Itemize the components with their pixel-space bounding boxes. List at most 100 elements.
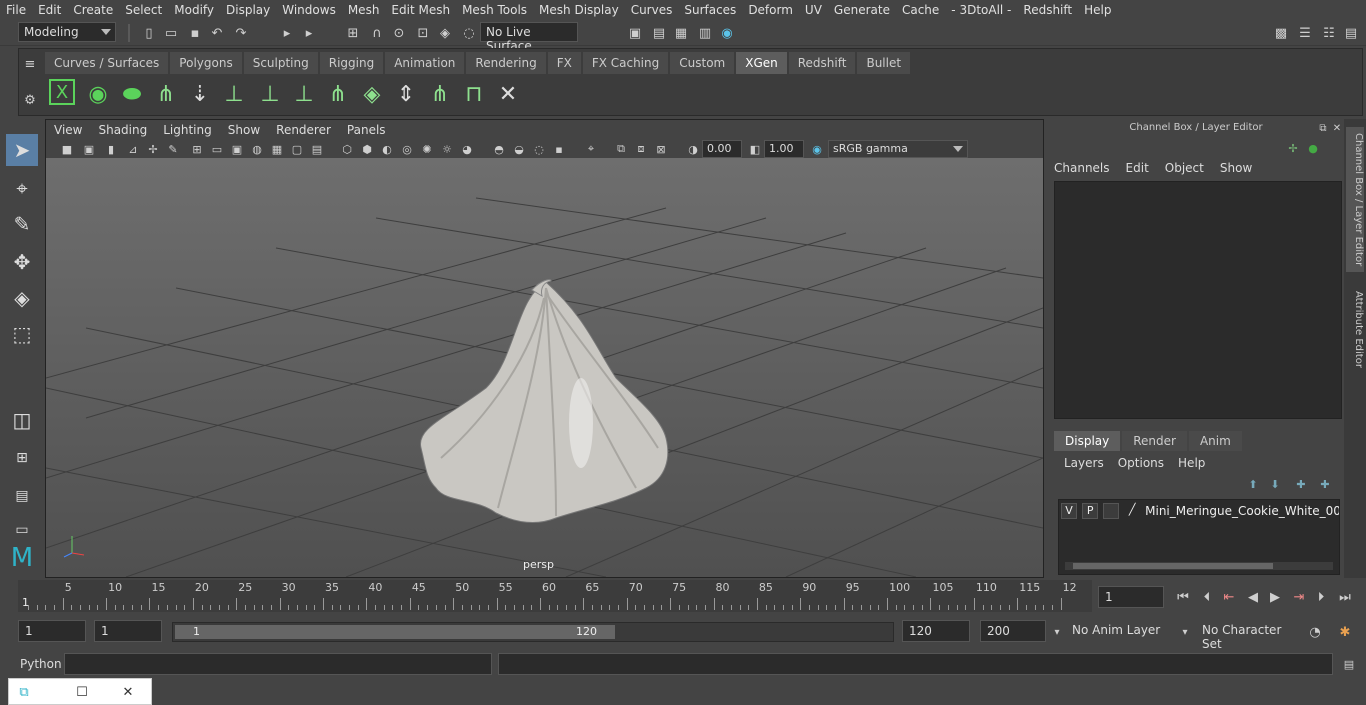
viewport-menu-renderer[interactable]: Renderer: [268, 120, 339, 140]
menu-surfaces[interactable]: Surfaces: [678, 0, 742, 20]
ao-icon[interactable]: ◒: [510, 140, 528, 158]
current-frame-field[interactable]: 1: [1098, 586, 1164, 608]
menu-windows[interactable]: Windows: [276, 0, 342, 20]
xgen-place-icon[interactable]: ⇣: [185, 79, 215, 109]
xgen-cut-icon[interactable]: ⊓: [459, 79, 489, 109]
colorspace-icon[interactable]: ◉: [808, 140, 826, 158]
channel-menu-edit[interactable]: Edit: [1126, 161, 1149, 175]
layer-hscrollbar[interactable]: [1065, 562, 1333, 570]
ipr-render-icon[interactable]: ▦: [672, 24, 690, 42]
xgen-sculpt-icon[interactable]: ⋔: [425, 79, 455, 109]
xgen-add-icon[interactable]: ⊥: [219, 79, 249, 109]
menu-create[interactable]: Create: [67, 0, 119, 20]
scene-end-field[interactable]: 200: [980, 620, 1046, 642]
grease-pencil-icon[interactable]: ✎: [164, 140, 182, 158]
new-scene-icon[interactable]: ▯: [140, 24, 158, 42]
layer-menu-options[interactable]: Options: [1118, 456, 1164, 470]
viewport-menu-view[interactable]: View: [46, 120, 90, 140]
hierarchy-icon[interactable]: ▸: [300, 24, 318, 42]
xgen-visibility-icon[interactable]: ◉: [83, 79, 113, 109]
snap-surface-icon[interactable]: ◈: [436, 24, 454, 42]
paint-select-icon[interactable]: ✎: [6, 208, 38, 240]
selection-mask-icon[interactable]: ▸: [278, 24, 296, 42]
shelf-tab-xgen[interactable]: XGen: [736, 52, 787, 74]
layout-side-icon[interactable]: ▤: [6, 480, 38, 512]
select-camera-icon[interactable]: ⌖: [582, 140, 600, 158]
move-layer-up-icon[interactable]: ⬆: [1244, 475, 1262, 493]
playback-end-field[interactable]: 120: [902, 620, 970, 642]
menu-edit[interactable]: Edit: [32, 0, 67, 20]
safe-action-icon[interactable]: ▢: [288, 140, 306, 158]
menu-curves[interactable]: Curves: [625, 0, 679, 20]
wireframe-icon[interactable]: ⬡: [338, 140, 356, 158]
camera-lock-icon[interactable]: ⊠: [652, 140, 670, 158]
viewport-menu-lighting[interactable]: Lighting: [155, 120, 220, 140]
new-layer-selected-icon[interactable]: ✚: [1316, 475, 1334, 493]
frame-all-icon[interactable]: ⧉: [612, 140, 630, 158]
grid-toggle-icon[interactable]: ⊞: [188, 140, 206, 158]
shelf-tab-animation[interactable]: Animation: [385, 52, 465, 74]
film-gate-icon[interactable]: ▭: [208, 140, 226, 158]
viewport-scene[interactable]: persp: [45, 158, 1044, 578]
xray-icon[interactable]: ◕: [458, 140, 476, 158]
shelf-settings-icon[interactable]: ⚙: [21, 91, 39, 109]
layer-tab-display[interactable]: Display: [1054, 431, 1121, 451]
shelf-tab-rendering[interactable]: Rendering: [466, 52, 546, 74]
live-surface-field[interactable]: No Live Surface: [480, 22, 578, 53]
layout-four-icon[interactable]: ⊞: [6, 442, 38, 474]
menu-file[interactable]: File: [0, 0, 32, 20]
go-to-start-icon[interactable]: ⏮: [1174, 588, 1192, 606]
gamma-field[interactable]: 1.00: [764, 140, 804, 158]
xgen-select-icon[interactable]: ⊥: [255, 79, 285, 109]
exposure-field[interactable]: 0.00: [702, 140, 742, 158]
shelf-tab-bullet[interactable]: Bullet: [857, 52, 911, 74]
layout-single-icon[interactable]: ◫: [6, 404, 38, 436]
workspace-icon[interactable]: ▩: [1272, 24, 1290, 42]
menu-cache[interactable]: Cache: [896, 0, 945, 20]
menu--3dtoall-[interactable]: - 3DtoAll -: [945, 0, 1017, 20]
layer-scroll-thumb[interactable]: [1073, 563, 1273, 569]
shadows-icon[interactable]: ☼: [438, 140, 456, 158]
image-plane-icon[interactable]: ⊿: [124, 140, 142, 158]
select-tool-icon[interactable]: ➤: [6, 134, 38, 166]
shelf-tab-redshift[interactable]: Redshift: [788, 52, 856, 74]
side-tab-attribute-editor[interactable]: Attribute Editor: [1346, 287, 1364, 372]
render-view-icon[interactable]: ▣: [626, 24, 644, 42]
layer-playback-toggle[interactable]: P: [1082, 503, 1099, 519]
snap-grid-icon[interactable]: ⊞: [344, 24, 362, 42]
anim-prefs-icon[interactable]: ✱: [1336, 623, 1354, 641]
use-lights-icon[interactable]: ✺: [418, 140, 436, 158]
command-input[interactable]: [64, 653, 492, 675]
shelf-tab-rigging[interactable]: Rigging: [319, 52, 384, 74]
isolate-icon[interactable]: ◓: [490, 140, 508, 158]
channel-menu-channels[interactable]: Channels: [1054, 161, 1110, 175]
bookmark-icon[interactable]: ▮: [102, 140, 120, 158]
mode-dropdown[interactable]: Modeling: [18, 22, 116, 42]
gamma-icon[interactable]: ◧: [746, 140, 764, 158]
xgen-delete-icon[interactable]: ✕: [493, 79, 523, 109]
undo-icon[interactable]: ↶: [208, 24, 226, 42]
render-frame-icon[interactable]: ▤: [650, 24, 668, 42]
menu-select[interactable]: Select: [119, 0, 168, 20]
anim-layer-arrow-icon[interactable]: ▾: [1048, 623, 1066, 641]
step-forward-key-icon[interactable]: ⏵: [1312, 588, 1330, 606]
play-backward-icon[interactable]: ◀: [1244, 588, 1262, 606]
aa-icon[interactable]: ▪: [550, 140, 568, 158]
resolution-gate-icon[interactable]: ▣: [228, 140, 246, 158]
xgen-add-guide-icon[interactable]: ⋔: [151, 79, 181, 109]
menu-redshift[interactable]: Redshift: [1017, 0, 1078, 20]
step-forward-frame-icon[interactable]: ⇥: [1290, 588, 1308, 606]
hypershade-icon[interactable]: ◉: [718, 24, 736, 42]
char-set-arrow-icon[interactable]: ▾: [1176, 623, 1194, 641]
2d-pan-icon[interactable]: ✢: [144, 140, 162, 158]
scene-start-field[interactable]: 1: [18, 620, 86, 642]
camera-attr-icon[interactable]: ▣: [80, 140, 98, 158]
snap-view-icon[interactable]: ⊡: [414, 24, 432, 42]
xgen-hide-icon[interactable]: ⬬: [117, 79, 147, 109]
menu-mesh-display[interactable]: Mesh Display: [533, 0, 625, 20]
shelf-tab-fx[interactable]: FX: [547, 52, 581, 74]
menu-mesh[interactable]: Mesh: [342, 0, 386, 20]
rotate-tool-icon[interactable]: ◈: [6, 282, 38, 314]
shelf-tab-fx-caching[interactable]: FX Caching: [582, 52, 669, 74]
xgen-grid-icon[interactable]: ◈: [357, 79, 387, 109]
